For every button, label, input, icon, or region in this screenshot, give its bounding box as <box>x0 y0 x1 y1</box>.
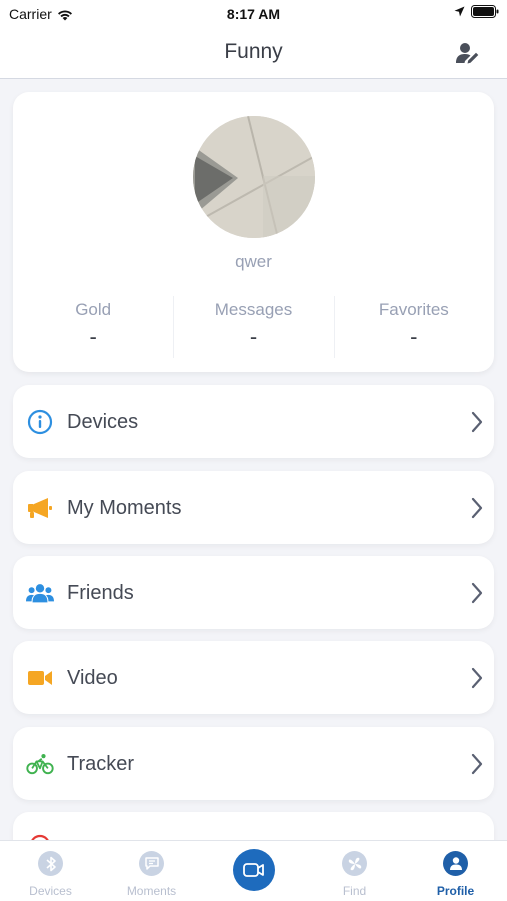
status-right <box>454 5 499 18</box>
navigation-bar: Funny <box>0 28 507 79</box>
menu-item-label: Friends <box>67 582 134 604</box>
chevron-right-icon <box>471 411 483 433</box>
status-bar: Carrier 8:17 AM <box>0 0 507 28</box>
menu-item-tracker[interactable]: Tracker <box>13 727 494 800</box>
video-record-icon <box>243 863 264 877</box>
menu-item-label: Devices <box>67 411 139 433</box>
avatar-image <box>193 116 315 238</box>
record-video-button[interactable] <box>233 849 275 891</box>
chevron-right-icon <box>471 753 483 775</box>
stat-favorites[interactable]: Favorites - <box>333 296 494 358</box>
tab-profile[interactable]: Profile <box>405 841 506 901</box>
tab-label: Devices <box>29 884 72 898</box>
menu-item-label: Video <box>67 667 118 689</box>
megaphone-icon <box>26 495 54 521</box>
person-icon <box>443 851 468 876</box>
tab-find[interactable]: Find <box>304 841 405 901</box>
tab-devices[interactable]: Devices <box>0 841 101 901</box>
menu-item-friends[interactable]: Friends <box>13 556 494 629</box>
tab-bar: Devices Moments Find Profile <box>0 840 507 901</box>
bicycle-icon <box>26 751 54 777</box>
battery-icon <box>471 5 499 18</box>
stat-label: Favorites <box>378 300 449 319</box>
chevron-right-icon <box>471 497 483 519</box>
username: qwer <box>235 252 272 271</box>
chevron-right-icon <box>471 667 483 689</box>
tab-moments[interactable]: Moments <box>101 841 202 901</box>
profile-stats: Gold - Messages - Favorites - <box>13 296 494 358</box>
friends-icon <box>26 580 54 606</box>
stat-gold[interactable]: Gold - <box>13 296 173 358</box>
bluetooth-icon <box>38 851 63 876</box>
menu-item-my-moments[interactable]: My Moments <box>13 471 494 544</box>
profile-card: qwer Gold - Messages - Favorites - <box>13 92 494 372</box>
video-camera-icon <box>26 665 54 691</box>
menu-item-label: Tracker <box>67 753 135 775</box>
edit-profile-icon[interactable] <box>455 41 481 67</box>
status-time: 8:17 AM <box>226 6 281 22</box>
stat-value: - <box>249 324 258 349</box>
stat-value: - <box>410 324 418 349</box>
location-arrow-icon <box>454 6 465 17</box>
stat-messages[interactable]: Messages - <box>173 296 333 358</box>
menu-item-label: My Moments <box>67 497 182 519</box>
menu-item-devices[interactable]: Devices <box>13 385 494 458</box>
tab-label: Moments <box>126 884 177 898</box>
chevron-right-icon <box>471 582 483 604</box>
stat-label: Messages <box>214 300 293 319</box>
menu-item-video[interactable]: Video <box>13 641 494 714</box>
stat-label: Gold <box>75 300 112 319</box>
tab-label: Find <box>342 884 367 898</box>
avatar[interactable] <box>193 116 315 238</box>
page-title: Funny <box>224 40 283 63</box>
fan-icon <box>342 851 367 876</box>
tab-label: Profile <box>436 884 475 898</box>
stat-value: - <box>89 324 97 349</box>
info-icon <box>26 409 54 435</box>
chat-icon <box>139 851 164 876</box>
